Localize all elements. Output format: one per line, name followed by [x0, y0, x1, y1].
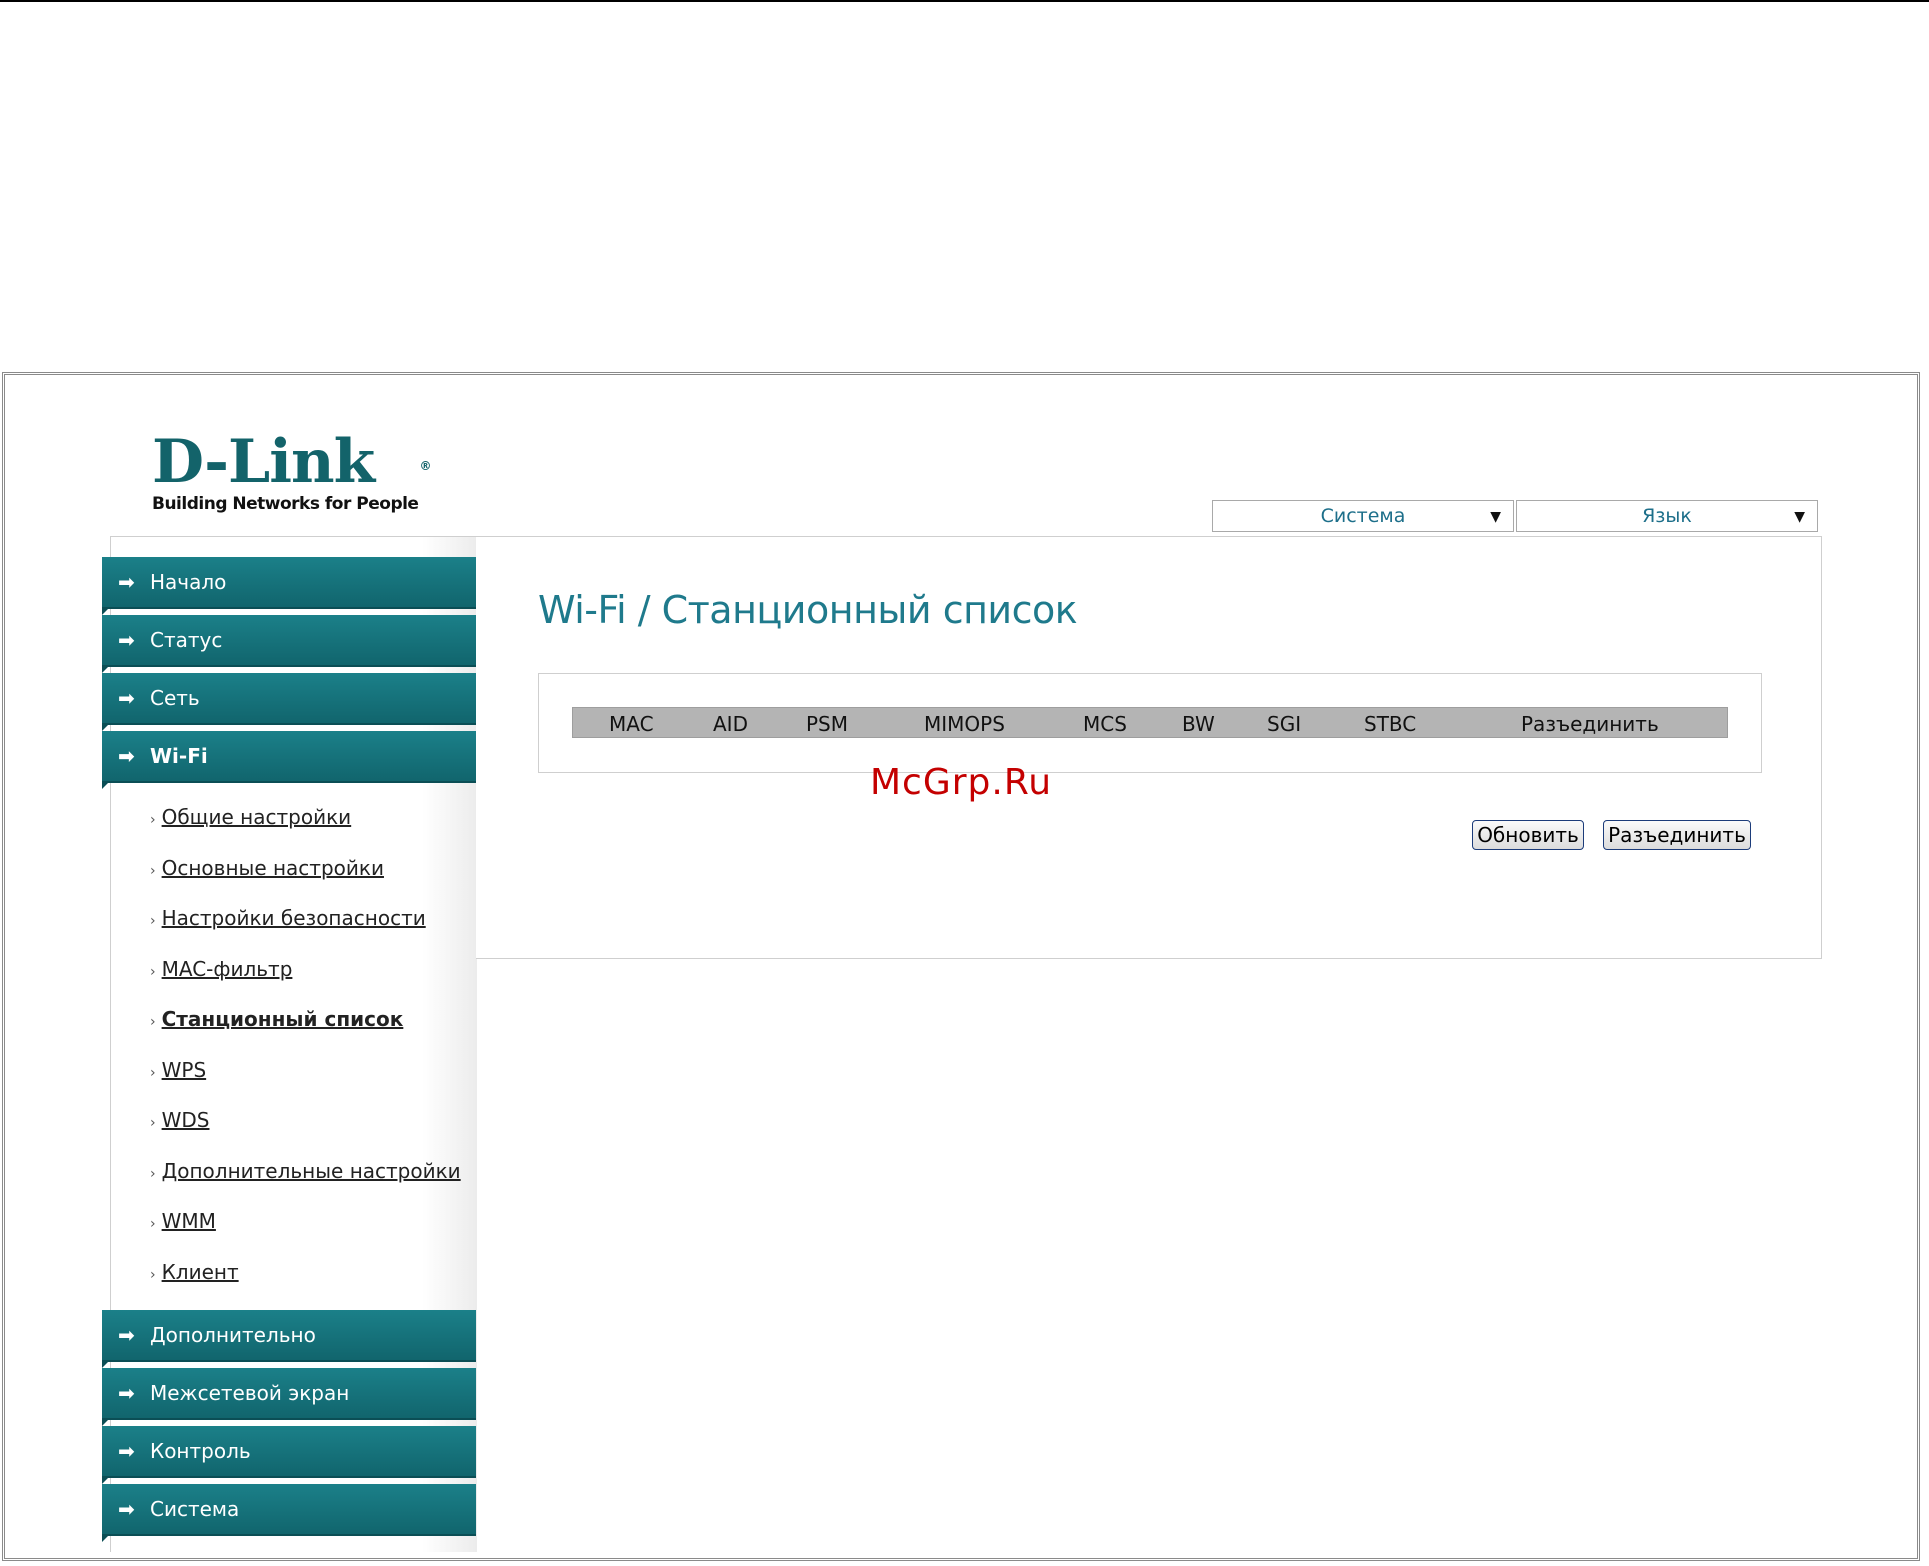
arrow-right-icon: ➡ — [118, 744, 135, 768]
subnav-wds[interactable]: › WDS — [150, 1108, 209, 1135]
disconnect-button[interactable]: Разъединить — [1603, 820, 1751, 850]
subnav-wps[interactable]: › WPS — [150, 1058, 206, 1085]
dlink-logo: D-Link ® Building Networks for People — [152, 427, 431, 514]
system-dropdown-label: Система — [1320, 505, 1406, 527]
subnav-label: Общие настройки — [161, 805, 352, 829]
subnav-basic-settings[interactable]: › Основные настройки — [150, 856, 384, 883]
logo-brand: D-Link — [152, 427, 375, 497]
nav-item-label: Статус — [150, 628, 223, 652]
top-border-line — [0, 0, 1929, 2]
subnav-mac-filter[interactable]: › MAC-фильтр — [150, 957, 292, 984]
nav-item-label: Начало — [150, 570, 227, 594]
subnav-label: Станционный список — [161, 1007, 404, 1031]
arrow-right-icon: ➡ — [118, 570, 135, 594]
subnav-label: WMM — [161, 1209, 216, 1233]
subnav-general-settings[interactable]: › Общие настройки — [150, 805, 351, 832]
nav-item-advanced[interactable]: ➡ Дополнительно — [102, 1310, 476, 1368]
column-header-disconnect: Разъединить — [1521, 712, 1659, 736]
nav-item-label: Wi-Fi — [150, 744, 208, 768]
page-title: Wi-Fi / Станционный список — [538, 588, 1078, 632]
arrow-right-icon: ➡ — [118, 1381, 135, 1405]
nav-item-label: Дополнительно — [150, 1323, 316, 1347]
nav-item-wifi[interactable]: ➡ Wi-Fi — [102, 731, 476, 789]
arrow-right-icon: ➡ — [118, 1439, 135, 1463]
nav-item-firewall[interactable]: ➡ Межсетевой экран — [102, 1368, 476, 1426]
column-header-psm: PSM — [806, 712, 849, 736]
subnav-label: Основные настройки — [161, 856, 384, 880]
subnav-wmm[interactable]: › WMM — [150, 1209, 216, 1236]
subnav-label: Клиент — [161, 1260, 239, 1284]
system-dropdown[interactable]: Система ▼ — [1212, 500, 1514, 532]
chevron-down-icon: ▼ — [1490, 509, 1501, 525]
subnav-advanced-settings[interactable]: › Дополнительные настройки — [150, 1159, 461, 1186]
arrow-right-icon: ➡ — [118, 686, 135, 710]
subnav-label: WPS — [161, 1058, 207, 1082]
nav-item-network[interactable]: ➡ Сеть — [102, 673, 476, 731]
language-dropdown[interactable]: Язык ▼ — [1516, 500, 1818, 532]
language-dropdown-label: Язык — [1642, 505, 1692, 527]
logo-tagline: Building Networks for People — [152, 494, 419, 514]
subnav-label: Дополнительные настройки — [161, 1159, 461, 1183]
subnav-label: WDS — [161, 1108, 210, 1132]
arrow-right-icon: ➡ — [118, 628, 135, 652]
nav-item-label: Контроль — [150, 1439, 251, 1463]
nav-item-label: Сеть — [150, 686, 200, 710]
column-header-aid: AID — [713, 712, 748, 736]
column-header-mimops: MIMOPS — [924, 712, 1005, 736]
subnav-security-settings[interactable]: › Настройки безопасности — [150, 906, 426, 933]
nav-item-status[interactable]: ➡ Статус — [102, 615, 476, 673]
station-table-header: MAC AID PSM MIMOPS MCS BW SGI STBC Разъе… — [572, 707, 1728, 738]
subnav-client[interactable]: › Клиент — [150, 1260, 239, 1287]
column-header-mac: MAC — [609, 712, 654, 736]
arrow-right-icon: ➡ — [118, 1323, 135, 1347]
arrow-right-icon: ➡ — [118, 1497, 135, 1521]
subnav-station-list[interactable]: › Станционный список — [150, 1007, 403, 1034]
subnav-label: MAC-фильтр — [161, 957, 293, 981]
nav-item-system[interactable]: ➡ Система — [102, 1484, 476, 1542]
nav-item-label: Межсетевой экран — [150, 1381, 350, 1405]
column-header-mcs: MCS — [1083, 712, 1127, 736]
refresh-button[interactable]: Обновить — [1472, 820, 1584, 850]
nav-item-control[interactable]: ➡ Контроль — [102, 1426, 476, 1484]
nav-item-label: Система — [150, 1497, 240, 1521]
column-header-sgi: SGI — [1267, 712, 1302, 736]
column-header-bw: BW — [1182, 712, 1215, 736]
column-header-stbc: STBC — [1364, 712, 1417, 736]
chevron-down-icon: ▼ — [1794, 509, 1805, 525]
nav-item-home[interactable]: ➡ Начало — [102, 557, 476, 615]
watermark: McGrp.Ru — [870, 762, 1053, 803]
subnav-label: Настройки безопасности — [161, 906, 426, 930]
